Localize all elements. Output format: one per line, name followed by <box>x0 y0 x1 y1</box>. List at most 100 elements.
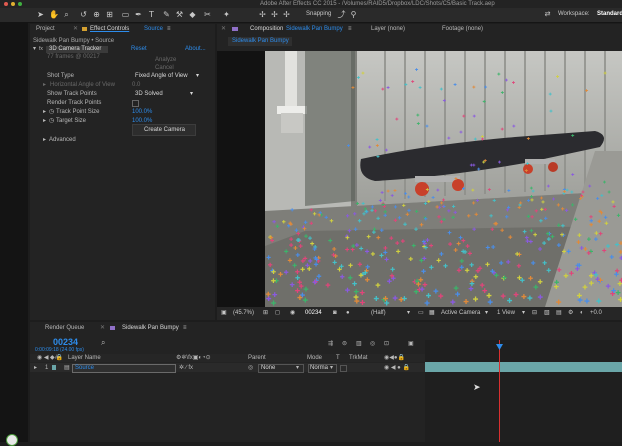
fast-previews-icon[interactable]: ▧ <box>544 308 550 319</box>
snapping-label[interactable]: Snapping <box>306 10 331 19</box>
tab-layer[interactable]: Layer (none) <box>371 25 405 34</box>
resolution-dropdown[interactable]: (Half) <box>371 308 386 319</box>
panel-menu-icon[interactable]: ≡ <box>348 25 352 34</box>
snapping-icon[interactable]: ⤴ <box>337 10 346 19</box>
chevron-down-icon[interactable]: ▾ <box>522 308 525 319</box>
mask-visibility-icon[interactable]: ◻ <box>275 308 280 319</box>
panel-menu-icon[interactable]: ≡ <box>167 25 171 34</box>
type-icon[interactable]: T <box>147 10 156 19</box>
composition-sub-tab[interactable]: Sidewalk Pan Bumpy <box>232 37 289 46</box>
tab-close-icon[interactable]: ✕ <box>100 324 105 333</box>
expand-arrow-icon[interactable]: ▸ <box>43 81 46 89</box>
track-point-size-value[interactable]: 100.0% <box>132 108 152 116</box>
workspace-switch-icon[interactable]: ⇄ <box>543 10 552 19</box>
chevron-down-icon[interactable]: ▾ <box>407 308 410 319</box>
flowchart-icon[interactable]: ⚙ <box>568 308 573 319</box>
tab-render-queue[interactable]: Render Queue <box>45 324 84 333</box>
rotate-icon[interactable]: ↺ <box>79 10 88 19</box>
snapping-options-icon[interactable]: ⚲ <box>349 10 358 19</box>
view-axis-icon[interactable]: ✢ <box>282 10 291 19</box>
clone-stamp-icon[interactable]: ⚒ <box>175 10 184 19</box>
3d-view-dropdown[interactable]: Active Camera <box>441 308 480 319</box>
show-channel-icon[interactable]: ● <box>346 308 350 319</box>
motion-blur-icon[interactable]: ◎ <box>370 340 375 348</box>
graph-editor-icon[interactable]: ⊡ <box>384 340 389 348</box>
puppet-pin-icon[interactable]: ✦ <box>222 10 231 19</box>
analyze-button[interactable]: Analyze <box>155 56 176 64</box>
view-layout-dropdown[interactable]: 1 View <box>497 308 515 319</box>
advanced-group[interactable]: Advanced <box>49 136 76 144</box>
panel-menu-icon[interactable]: ≡ <box>183 324 187 333</box>
about-link[interactable]: About... <box>185 45 206 53</box>
expand-arrow-icon[interactable]: ▸ <box>43 136 46 144</box>
reset-link[interactable]: Reset <box>131 45 147 53</box>
layer-name[interactable]: Source <box>75 364 94 372</box>
effect-expand-icon[interactable]: ▾ <box>33 45 36 53</box>
tab-close-icon[interactable]: ✕ <box>73 25 78 34</box>
shot-type-dropdown[interactable]: Fixed Angle of View <box>135 72 188 80</box>
grid-icon[interactable]: ⊞ <box>263 308 268 319</box>
expand-arrow-icon[interactable]: ▸ <box>43 117 46 125</box>
exposure-value[interactable]: +0.0 <box>590 308 602 319</box>
frame-blending-icon[interactable]: ▥ <box>356 340 362 348</box>
preserve-transparency-checkbox[interactable] <box>340 365 347 372</box>
cancel-button[interactable]: Cancel <box>155 64 174 72</box>
fx-icon[interactable]: fx <box>39 45 43 53</box>
parent-dropdown[interactable]: None <box>261 364 275 372</box>
pixel-aspect-icon[interactable]: ⊟ <box>532 308 537 319</box>
parent-pick-whip-icon[interactable]: ◎ <box>248 364 253 372</box>
tab-composition[interactable]: Composition <box>250 25 283 34</box>
world-axis-icon[interactable]: ✢ <box>270 10 279 19</box>
trkmat-header[interactable]: TrkMat <box>349 354 367 362</box>
workspace-selector[interactable]: Standard <box>597 10 622 19</box>
hand-icon[interactable]: ✋ <box>49 10 59 19</box>
always-preview-icon[interactable]: ▣ <box>221 308 227 319</box>
pan-behind-icon[interactable]: ⊞ <box>105 10 114 19</box>
mode-dropdown[interactable]: Norma <box>310 364 328 372</box>
zoom-icon[interactable]: ⌕ <box>62 10 71 19</box>
layer-name-header[interactable]: Layer Name <box>68 354 101 362</box>
region-of-interest-icon[interactable]: ▭ <box>418 308 424 319</box>
expand-arrow-icon[interactable]: ▸ <box>43 108 46 116</box>
tab-footage[interactable]: Footage (none) <box>442 25 483 34</box>
chevron-down-icon[interactable]: ▾ <box>190 90 193 98</box>
chevron-down-icon[interactable]: ▾ <box>330 364 333 372</box>
comp-flowchart-icon[interactable]: ▣ <box>408 340 414 348</box>
show-track-points-dropdown[interactable]: 3D Solved <box>135 90 163 98</box>
pen-icon[interactable]: ✒ <box>134 10 143 19</box>
roto-brush-icon[interactable]: ✂ <box>203 10 212 19</box>
hfov-value[interactable]: 0.0 <box>132 81 140 89</box>
close-window-button[interactable] <box>4 2 8 6</box>
layer-label-color[interactable] <box>52 365 56 370</box>
tab-timeline-comp[interactable]: Sidewalk Pan Bumpy <box>122 324 179 333</box>
tab-composition-name[interactable]: Sidewalk Pan Bumpy <box>286 25 343 34</box>
exposure-icon[interactable]: ◐ <box>580 308 584 319</box>
tab-project[interactable]: Project <box>36 25 55 34</box>
chevron-down-icon[interactable]: ▾ <box>485 308 488 319</box>
camera-icon[interactable]: ◙ <box>333 308 337 319</box>
eraser-icon[interactable]: ◆ <box>188 10 197 19</box>
selection-icon[interactable]: ➤ <box>36 10 45 19</box>
chevron-down-icon[interactable]: ▾ <box>296 364 299 372</box>
snapshot-icon[interactable]: ◉ <box>290 308 295 319</box>
layer-expand-icon[interactable]: ▸ <box>34 364 37 372</box>
render-track-points-checkbox[interactable] <box>132 100 139 107</box>
layer-duration-bar[interactable] <box>425 362 622 372</box>
zoom-window-button[interactable] <box>18 2 22 6</box>
rectangle-icon[interactable]: ▭ <box>121 10 130 19</box>
tab-close-icon[interactable]: ✕ <box>221 25 226 34</box>
layer-switches[interactable]: ✲ ∕ fx <box>179 364 193 372</box>
minimize-window-button[interactable] <box>11 2 15 6</box>
search-icon[interactable]: ⌕ <box>101 339 105 347</box>
tab-effect-source[interactable]: Source <box>144 25 163 34</box>
create-camera-button[interactable]: Create Camera <box>144 126 185 134</box>
timeline-icon[interactable]: ▤ <box>556 308 562 319</box>
zoom-label[interactable]: (45.7%) <box>233 308 254 319</box>
local-axis-icon[interactable]: ✢ <box>258 10 267 19</box>
mode-header[interactable]: Mode <box>307 354 322 362</box>
hide-shy-icon[interactable]: ⊜ <box>342 340 347 348</box>
timeline-tracks-area[interactable] <box>425 340 622 442</box>
layer-av-switches[interactable]: ◉ ◀ ● 🔒 <box>384 364 410 372</box>
stopwatch-icon[interactable]: ◷ <box>49 108 54 116</box>
brush-icon[interactable]: ✎ <box>162 10 171 19</box>
